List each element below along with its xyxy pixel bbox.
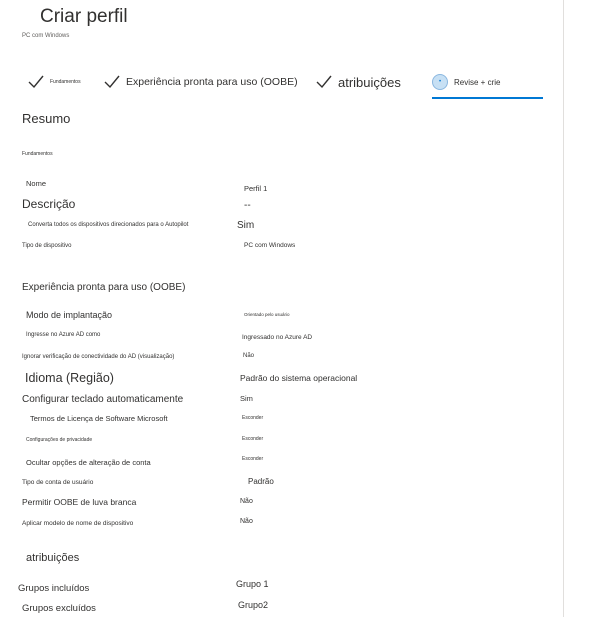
row-value-excluded-groups: Grupo2 — [238, 600, 269, 610]
active-step-indicator — [432, 97, 543, 99]
row-label-name: Nome — [26, 179, 47, 188]
row-label-device-type: Tipo de dispositivo — [22, 243, 72, 249]
row-value-included-groups: Grupo 1 — [236, 579, 269, 589]
summary-heading: Resumo — [22, 111, 71, 126]
row-label-language-region: Idioma (Região) — [25, 371, 114, 385]
basics-heading: Fundamentos — [22, 151, 53, 157]
row-label-privacy-settings: Configurações de privacidade — [26, 437, 93, 443]
step-basics[interactable]: Fundamentos — [28, 74, 81, 90]
row-value-white-glove: Não — [240, 498, 253, 505]
row-value-license-terms: Esconder — [242, 415, 264, 421]
step-review-label: Revise + crie — [454, 77, 501, 87]
step-basics-label: Fundamentos — [50, 79, 81, 85]
row-label-description: Descrição — [22, 197, 76, 211]
checkmark-icon — [316, 74, 332, 90]
row-value-join-azure-ad: Ingressado no Azure AD — [242, 334, 313, 341]
page-subtitle: PC com Windows — [22, 33, 70, 39]
row-label-white-glove: Permitir OOBE de luva branca — [22, 497, 137, 507]
current-step-icon: • — [432, 74, 448, 90]
scrollbar-track[interactable] — [563, 0, 564, 617]
step-review-create[interactable]: • Revise + crie — [432, 74, 500, 90]
row-value-device-name-template: Não — [240, 518, 253, 525]
assignments-heading: atribuições — [26, 552, 80, 564]
row-value-user-account-type: Padrão — [248, 477, 274, 486]
row-value-name: Perfil 1 — [244, 184, 268, 193]
row-label-autopilot: Converta todos os dispositivos direciona… — [28, 222, 189, 228]
step-oobe[interactable]: Experiência pronta para uso (OOBE) — [104, 74, 298, 90]
oobe-heading: Experiência pronta para uso (OOBE) — [22, 282, 186, 293]
row-value-privacy-settings: Esconder — [242, 436, 264, 442]
row-label-hide-account-change: Ocultar opções de alteração de conta — [26, 458, 151, 467]
step-assignments-label: atribuições — [338, 74, 401, 90]
page-title: Criar perfil — [40, 6, 128, 27]
row-value-auto-keyboard: Sim — [240, 394, 253, 403]
row-value-hide-account-change: Esconder — [242, 456, 264, 462]
row-value-language-region: Padrão do sistema operacional — [240, 373, 358, 383]
row-value-deployment-mode: Orientado pelo usuário — [244, 312, 290, 317]
row-value-skip-ad-check: Não — [243, 353, 255, 359]
row-label-license-terms: Termos de Licença de Software Microsoft — [30, 414, 168, 423]
step-assignments[interactable]: atribuições — [316, 74, 401, 90]
row-value-device-type: PC com Windows — [244, 242, 296, 249]
row-label-device-name-template: Aplicar modelo de nome de dispositivo — [22, 520, 134, 527]
row-label-included-groups: Grupos incluídos — [18, 583, 90, 594]
row-value-autopilot: Sim — [237, 220, 255, 231]
row-label-auto-keyboard: Configurar teclado automaticamente — [22, 394, 184, 405]
row-label-excluded-groups: Grupos excluídos — [22, 603, 96, 614]
row-label-deployment-mode: Modo de implantação — [26, 310, 113, 320]
checkmark-icon — [104, 74, 120, 90]
step-oobe-label: Experiência pronta para uso (OOBE) — [126, 76, 298, 88]
row-label-skip-ad-check: Ignorar verificação de conectividade do … — [22, 354, 175, 360]
row-label-user-account-type: Tipo de conta de usuário — [22, 479, 94, 486]
row-value-description: -- — [244, 200, 251, 211]
checkmark-icon — [28, 74, 44, 90]
row-label-join-azure-ad: Ingresse no Azure AD como — [26, 332, 101, 338]
